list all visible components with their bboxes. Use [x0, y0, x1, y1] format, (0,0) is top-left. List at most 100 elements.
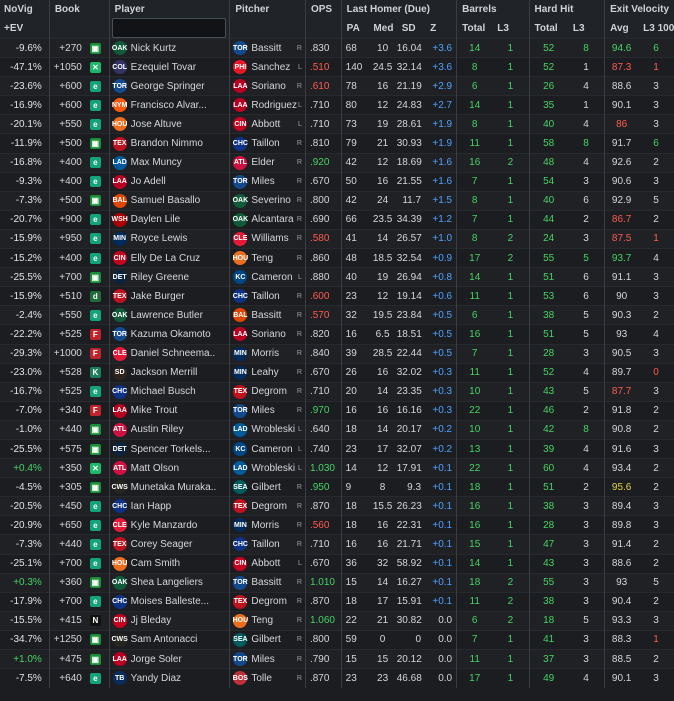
sportsbook-icon[interactable]: F: [89, 405, 101, 417]
odds-value[interactable]: +640: [50, 673, 82, 684]
sportsbook-icon[interactable]: ✕: [89, 462, 101, 474]
table-row[interactable]: -20.7% +900 e WSH Daylen Lile OAK Alcant…: [0, 209, 674, 230]
player-name[interactable]: Royce Lewis: [131, 233, 216, 244]
odds-value[interactable]: +305: [50, 482, 82, 493]
pitcher-name[interactable]: Soriano: [251, 329, 297, 340]
player-name[interactable]: Nick Kurtz: [131, 43, 216, 54]
pitcher-name[interactable]: Leahy: [251, 367, 297, 378]
pitcher-name[interactable]: Sanchez: [251, 62, 297, 73]
player-name[interactable]: Spencer Torkels...: [131, 444, 216, 455]
table-row[interactable]: -4.5% +305 ▣ CWS Munetaka Muraka... SEA …: [0, 477, 674, 497]
header-barrels-total[interactable]: Total: [456, 18, 493, 39]
player-name[interactable]: Francisco Alvar...: [131, 100, 216, 111]
odds-value[interactable]: +500: [50, 138, 82, 149]
player-name[interactable]: Jorge Soler: [131, 654, 216, 665]
player-name[interactable]: Yandy Diaz: [131, 673, 216, 684]
table-row[interactable]: -15.2% +400 e CIN Elly De La Cruz HOU Te…: [0, 248, 674, 268]
header-player[interactable]: Player: [108, 0, 230, 18]
pitcher-name[interactable]: Williams: [251, 233, 297, 244]
sportsbook-icon[interactable]: ▣: [89, 138, 101, 150]
pitcher-name[interactable]: Elder: [251, 157, 297, 168]
header-z[interactable]: Z: [425, 18, 457, 39]
table-row[interactable]: -16.8% +400 e LAD Max Muncy ATL Elder R …: [0, 152, 674, 173]
odds-value[interactable]: +350: [50, 463, 82, 474]
table-row[interactable]: -1.0% +440 ▣ ATL Austin Riley LAD Wroble…: [0, 419, 674, 440]
odds-value[interactable]: +1250: [50, 634, 82, 645]
table-row[interactable]: -9.3% +400 e LAA Jo Adell TOR Miles R .6…: [0, 171, 674, 192]
player-name[interactable]: Elly De La Cruz: [131, 253, 216, 264]
header-pa[interactable]: PA: [340, 18, 369, 39]
header-pitcher[interactable]: Pitcher: [229, 0, 306, 18]
odds-value[interactable]: +400: [50, 253, 82, 264]
table-row[interactable]: -15.5% +415 N CIN Jj Bleday HOU Teng R 1…: [0, 610, 674, 631]
header-med[interactable]: Med: [368, 18, 397, 39]
player-name[interactable]: Brandon Nimmo: [131, 138, 216, 149]
table-row[interactable]: -15.9% +950 e MIN Royce Lewis CLE Willia…: [0, 228, 674, 249]
pitcher-name[interactable]: Taillon: [251, 291, 297, 302]
header-novig[interactable]: NoVig: [0, 0, 50, 18]
odds-value[interactable]: +450: [50, 501, 82, 512]
odds-value[interactable]: +700: [50, 272, 82, 283]
table-row[interactable]: +0.3% +360 ▣ OAK Shea Langeliers TOR Bas…: [0, 572, 674, 593]
pitcher-name[interactable]: Teng: [251, 253, 297, 264]
odds-value[interactable]: +575: [50, 444, 82, 455]
pitcher-name[interactable]: Bassitt: [251, 310, 297, 321]
header-hardhit-total[interactable]: Total: [528, 18, 568, 39]
sportsbook-icon[interactable]: K: [89, 367, 101, 379]
player-name[interactable]: Cam Smith: [131, 558, 216, 569]
sportsbook-icon[interactable]: e: [89, 99, 101, 111]
player-name[interactable]: Michael Busch: [131, 386, 216, 397]
odds-value[interactable]: +600: [50, 100, 82, 111]
table-row[interactable]: -23.6% +600 e TOR George Springer LAA So…: [0, 76, 674, 96]
odds-value[interactable]: +1050: [50, 62, 82, 73]
sportsbook-icon[interactable]: e: [89, 176, 101, 188]
sportsbook-icon[interactable]: ▣: [89, 271, 101, 283]
pitcher-name[interactable]: Abbott: [251, 558, 297, 569]
player-name[interactable]: Jo Adell: [131, 176, 216, 187]
sportsbook-icon[interactable]: ▣: [89, 42, 101, 54]
header-ops[interactable]: OPS: [304, 0, 342, 18]
player-name[interactable]: Kyle Manzardo: [131, 520, 216, 531]
sportsbook-icon[interactable]: e: [89, 309, 101, 321]
pitcher-name[interactable]: Taillon: [251, 138, 297, 149]
odds-value[interactable]: +1000: [50, 348, 82, 359]
pitcher-name[interactable]: Cameron: [251, 272, 297, 283]
odds-value[interactable]: +700: [50, 558, 82, 569]
table-row[interactable]: -25.5% +575 ▣ DET Spencer Torkels... KC …: [0, 438, 674, 459]
odds-value[interactable]: +510: [50, 291, 82, 302]
sportsbook-icon[interactable]: ▣: [89, 481, 101, 493]
sportsbook-icon[interactable]: F: [89, 328, 101, 340]
player-name[interactable]: Moises Balleste...: [131, 596, 216, 607]
odds-value[interactable]: +270: [50, 43, 82, 54]
table-row[interactable]: -34.7% +1250 ▣ CWS Sam Antonacci SEA Gil…: [0, 629, 674, 650]
odds-value[interactable]: +550: [50, 310, 82, 321]
pitcher-name[interactable]: Abbott: [251, 119, 297, 130]
table-row[interactable]: -7.0% +340 F LAA Mike Trout TOR Miles R …: [0, 400, 674, 421]
odds-value[interactable]: +525: [50, 386, 82, 397]
sportsbook-icon[interactable]: e: [89, 157, 101, 169]
sportsbook-icon[interactable]: F: [89, 348, 101, 360]
header-sd[interactable]: SD: [396, 18, 426, 39]
table-row[interactable]: -9.6% +270 ▣ OAK Nick Kurtz TOR Bassitt …: [0, 37, 674, 58]
sportsbook-icon[interactable]: ▣: [89, 653, 101, 665]
sportsbook-icon[interactable]: e: [89, 80, 101, 92]
odds-value[interactable]: +400: [50, 176, 82, 187]
table-row[interactable]: -20.1% +550 e HOU Jose Altuve CIN Abbott…: [0, 114, 674, 134]
sportsbook-icon[interactable]: ▣: [89, 443, 101, 455]
sportsbook-icon[interactable]: d: [89, 290, 101, 302]
header-ev-avg[interactable]: Avg: [604, 18, 639, 39]
sportsbook-icon[interactable]: ✕: [89, 61, 101, 73]
odds-value[interactable]: +475: [50, 654, 82, 665]
odds-value[interactable]: +600: [50, 81, 82, 92]
sportsbook-icon[interactable]: e: [89, 252, 101, 264]
table-row[interactable]: -22.2% +525 F TOR Kazuma Okamoto LAA Sor…: [0, 324, 674, 344]
table-row[interactable]: -16.7% +525 e CHC Michael Busch TEX Degr…: [0, 381, 674, 402]
sportsbook-icon[interactable]: ▣: [89, 577, 101, 589]
pitcher-name[interactable]: Alcantara: [251, 214, 297, 225]
player-name[interactable]: Matt Olson: [131, 463, 216, 474]
sportsbook-icon[interactable]: ▣: [89, 195, 101, 207]
odds-value[interactable]: +500: [50, 195, 82, 206]
pitcher-name[interactable]: Teng: [251, 615, 297, 626]
player-name[interactable]: Munetaka Muraka...: [131, 482, 216, 493]
odds-value[interactable]: +360: [50, 577, 82, 588]
